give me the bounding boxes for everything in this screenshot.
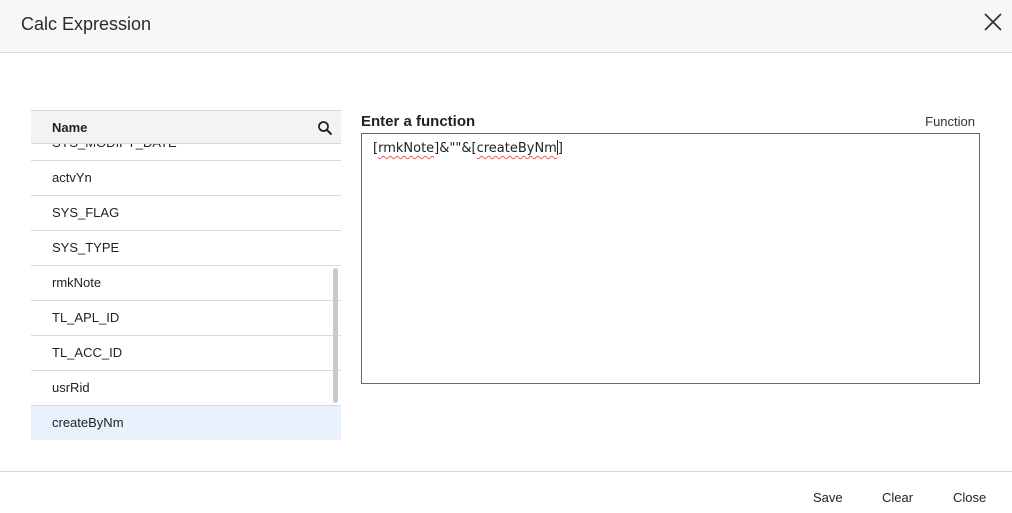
search-icon[interactable]	[317, 120, 333, 136]
save-button[interactable]: Save	[813, 490, 843, 505]
expr-operator: ]&""&[	[434, 141, 477, 156]
list-item[interactable]: SYS_MODIFY_DATE	[31, 144, 341, 161]
list-item[interactable]: SYS_FLAG	[31, 196, 341, 231]
list-item[interactable]: actvYn	[31, 161, 341, 196]
list-header: Name	[31, 110, 341, 144]
expr-field-rmkNote: rmkNote	[378, 141, 435, 156]
expression-editor[interactable]: [rmkNote]&""&[createByNm]	[361, 133, 980, 384]
expr-close-bracket: ]	[557, 141, 563, 156]
field-list[interactable]: SYS_MODIFY_DATE actvYn SYS_FLAG SYS_TYPE…	[31, 144, 341, 440]
list-scrollbar[interactable]	[333, 268, 338, 403]
list-item[interactable]: TL_APL_ID	[31, 301, 341, 336]
list-item[interactable]: SYS_TYPE	[31, 231, 341, 266]
expression-text: [rmkNote]&""&[createByNm]	[373, 140, 563, 156]
list-item[interactable]: usrRid	[31, 371, 341, 406]
function-link[interactable]: Function	[925, 114, 975, 129]
close-button[interactable]: Close	[953, 490, 986, 505]
close-icon[interactable]	[982, 11, 1004, 33]
field-list-panel: Name SYS_MODIFY_DATE actvYn SYS_FLAG SYS…	[31, 110, 341, 440]
expr-field-createByNm: createByNm	[476, 141, 557, 156]
clear-button[interactable]: Clear	[882, 490, 913, 505]
function-panel: Enter a function Function [rmkNote]&""&[…	[361, 110, 980, 385]
dialog-footer: Save Clear Close	[0, 471, 1012, 513]
list-item-selected[interactable]: createByNm	[31, 406, 341, 440]
dialog-header: Calc Expression	[0, 0, 1012, 53]
function-label: Enter a function	[361, 113, 476, 130]
list-item[interactable]: rmkNote	[31, 266, 341, 301]
dialog-title: Calc Expression	[21, 14, 152, 34]
name-column-header: Name	[52, 120, 88, 135]
list-item[interactable]: TL_ACC_ID	[31, 336, 341, 371]
